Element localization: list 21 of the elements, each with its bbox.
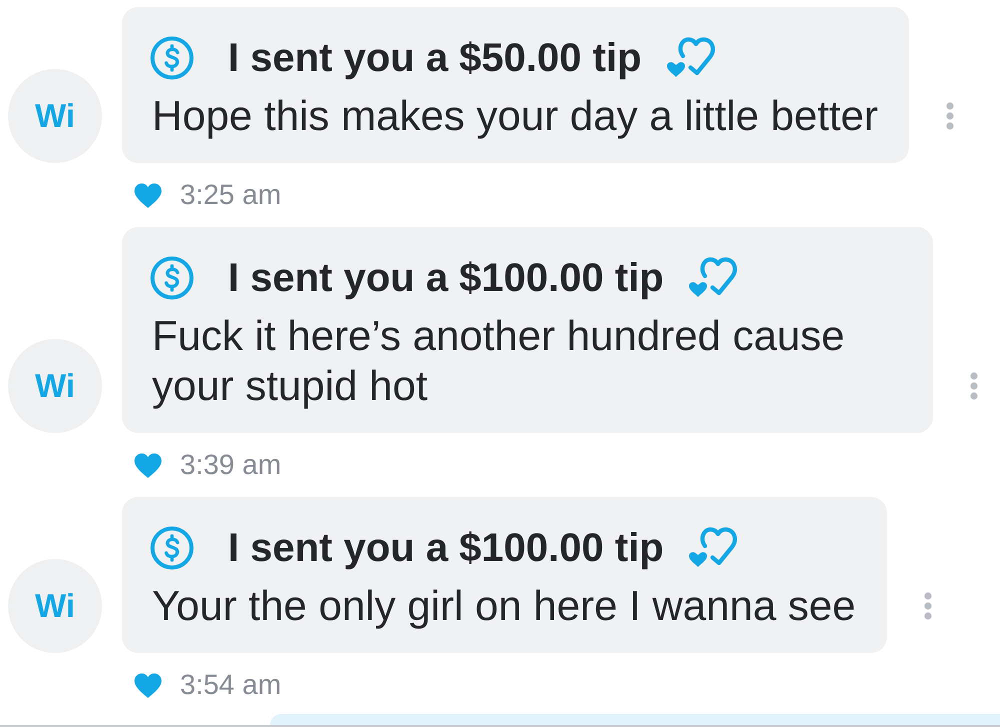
message-time: 3:39 am <box>180 449 282 481</box>
dollar-coin-icon <box>150 526 194 570</box>
tip-title: I sent you a $50.00 tip <box>228 36 642 80</box>
heart-icon[interactable] <box>133 182 163 208</box>
dollar-coin-icon <box>150 36 194 80</box>
message-time: 3:54 am <box>180 669 282 701</box>
avatar[interactable]: Wi <box>8 69 102 163</box>
message-text: Fuck it here’s another hundred cause your stupid hot <box>151 311 846 411</box>
heart-icon[interactable] <box>133 672 163 698</box>
dollar-coin-icon <box>150 256 194 300</box>
message-text: Hope this makes your day a little better <box>151 91 878 141</box>
message-time: 3:25 am <box>180 179 282 211</box>
tip-title: I sent you a $100.00 tip <box>228 526 664 570</box>
avatar[interactable]: Wi <box>8 559 102 653</box>
more-options-icon[interactable] <box>922 592 933 620</box>
tip-title: I sent you a $100.00 tip <box>228 256 664 300</box>
heart-icon[interactable] <box>133 452 163 478</box>
avatar[interactable]: Wi <box>8 339 102 433</box>
message-text: Your the only girl on here I wanna see <box>151 581 856 631</box>
more-options-icon[interactable] <box>945 102 956 130</box>
more-options-icon[interactable] <box>969 372 979 400</box>
